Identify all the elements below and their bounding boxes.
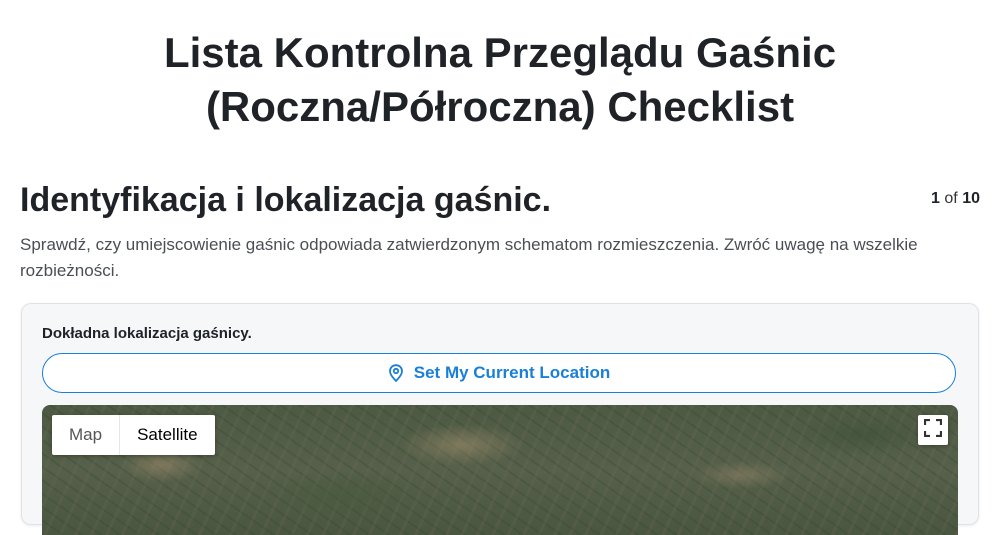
map-type-satellite-option[interactable]: Satellite — [119, 415, 214, 455]
set-current-location-button[interactable]: Set My Current Location — [42, 353, 956, 393]
page-of-label: of — [944, 190, 958, 207]
map-type-map-option[interactable]: Map — [52, 415, 119, 455]
fullscreen-icon — [923, 418, 943, 442]
document-title: Lista Kontrolna Przeglądu Gaśnic (Roczna… — [0, 26, 1000, 134]
section-description: Sprawdź, czy umiejscowienie gaśnic odpow… — [20, 235, 918, 280]
document-title-line-1: Lista Kontrolna Przeglądu Gaśnic — [163, 29, 837, 76]
map-type-control: Map Satellite — [52, 415, 215, 455]
page-current: 1 — [931, 190, 940, 207]
page-indicator: 1 of 10 — [931, 190, 980, 208]
location-question-card: Dokładna lokalizacja gaśnicy. Set My Cur… — [21, 303, 979, 535]
location-field-label: Dokładna lokalizacja gaśnicy. — [42, 325, 252, 342]
document-title-line-2: (Roczna/Półroczna) Checklist — [205, 83, 795, 130]
set-current-location-label: Set My Current Location — [413, 363, 611, 382]
satellite-map[interactable]: Map Satellite — [42, 405, 958, 535]
fullscreen-button[interactable] — [918, 415, 948, 445]
page-total: 10 — [962, 190, 980, 207]
section-title: Identyfikacja i lokalizacja gaśnic. — [20, 181, 552, 219]
map-pin-icon — [388, 364, 404, 382]
